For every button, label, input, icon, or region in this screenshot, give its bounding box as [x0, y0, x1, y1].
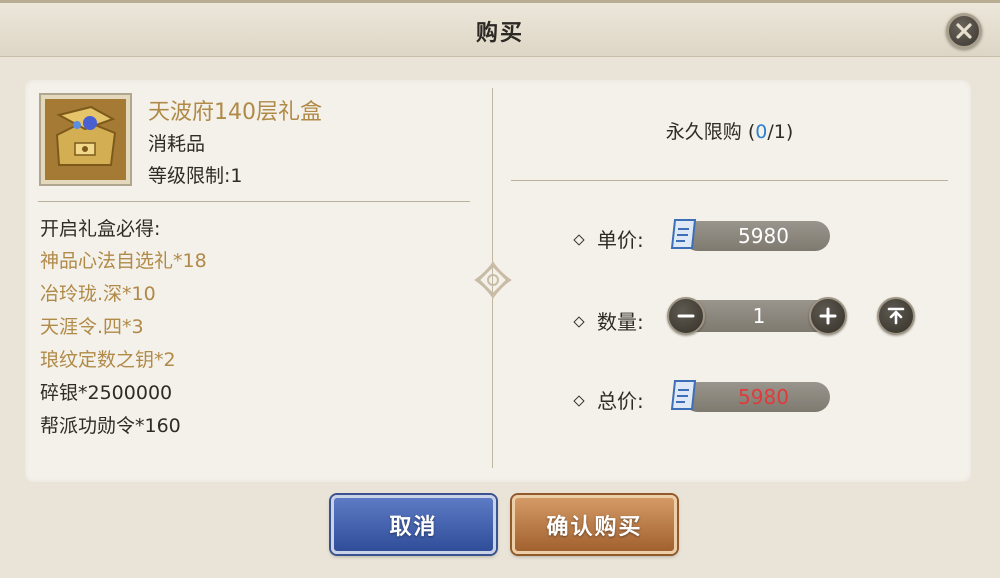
reward-item: 碎银*2500000	[40, 382, 173, 404]
title-bar: 购买	[0, 3, 1000, 57]
total-price-label-row: 总价:	[573, 385, 644, 414]
item-level-limit: 等级限制:1	[148, 165, 243, 187]
minus-icon	[677, 314, 695, 318]
scroll-ticket-icon	[670, 380, 697, 410]
contents-title: 开启礼盒必得:	[40, 218, 161, 240]
cancel-button[interactable]: 取消	[331, 495, 496, 554]
reward-item: 神品心法自选礼*18	[40, 250, 207, 272]
item-name: 天波府140层礼盒	[148, 100, 322, 125]
max-arrow-icon	[887, 307, 905, 325]
reward-list: 神品心法自选礼*18 冶玲珑.深*10 天涯令.四*3 琅纹定数之钥*2 碎银*…	[40, 245, 207, 443]
ornament-icon	[474, 261, 512, 299]
limit-label: 永久限购	[665, 121, 742, 143]
diamond-bullet-icon	[573, 315, 585, 328]
limit-max: 1	[773, 121, 786, 143]
unit-price-label: 单价:	[597, 228, 644, 252]
diamond-bullet-icon	[573, 394, 585, 407]
scroll-ticket-icon	[670, 219, 697, 249]
dialog-title: 购买	[475, 21, 524, 46]
item-type: 消耗品	[148, 133, 206, 155]
reward-item: 帮派功勋令*160	[40, 415, 181, 437]
content-panel: 天波府140层礼盒 消耗品 等级限制:1 开启礼盒必得: 神品心法自选礼*18 …	[25, 80, 971, 482]
purchase-dialog: 购买 天波府140层礼盒 消耗品 等级限制:1 开启礼盒必得: 神品心法自选礼*…	[0, 0, 1000, 578]
unit-price-field: 5980	[683, 221, 830, 251]
item-icon-frame	[39, 93, 132, 186]
limit-current: 0	[755, 121, 768, 143]
plus-icon	[819, 307, 837, 325]
treasure-chest-icon	[45, 99, 126, 180]
reward-item: 天涯令.四*3	[40, 316, 144, 338]
close-icon	[956, 23, 972, 39]
total-price-label: 总价:	[597, 389, 644, 413]
limit-close: )	[785, 121, 794, 143]
max-quantity-button[interactable]	[877, 297, 915, 335]
purchase-limit: 永久限购 (0/1)	[511, 117, 948, 144]
reward-item: 冶玲珑.深*10	[40, 283, 156, 305]
total-price-value: 5980	[738, 385, 789, 409]
total-price-field: 5980	[683, 382, 830, 412]
diamond-bullet-icon	[573, 233, 585, 246]
unit-price-value: 5980	[738, 224, 789, 248]
divider	[511, 180, 948, 181]
quantity-label: 数量:	[597, 310, 644, 334]
decrease-quantity-button[interactable]	[667, 297, 705, 335]
increase-quantity-button[interactable]	[809, 297, 847, 335]
reward-item: 琅纹定数之钥*2	[40, 349, 176, 371]
quantity-value: 1	[752, 304, 766, 328]
close-button[interactable]	[946, 13, 982, 49]
divider	[38, 201, 470, 202]
confirm-purchase-button[interactable]: 确认购买	[512, 495, 677, 554]
unit-price-label-row: 单价:	[573, 224, 644, 253]
quantity-label-row: 数量:	[573, 306, 644, 335]
